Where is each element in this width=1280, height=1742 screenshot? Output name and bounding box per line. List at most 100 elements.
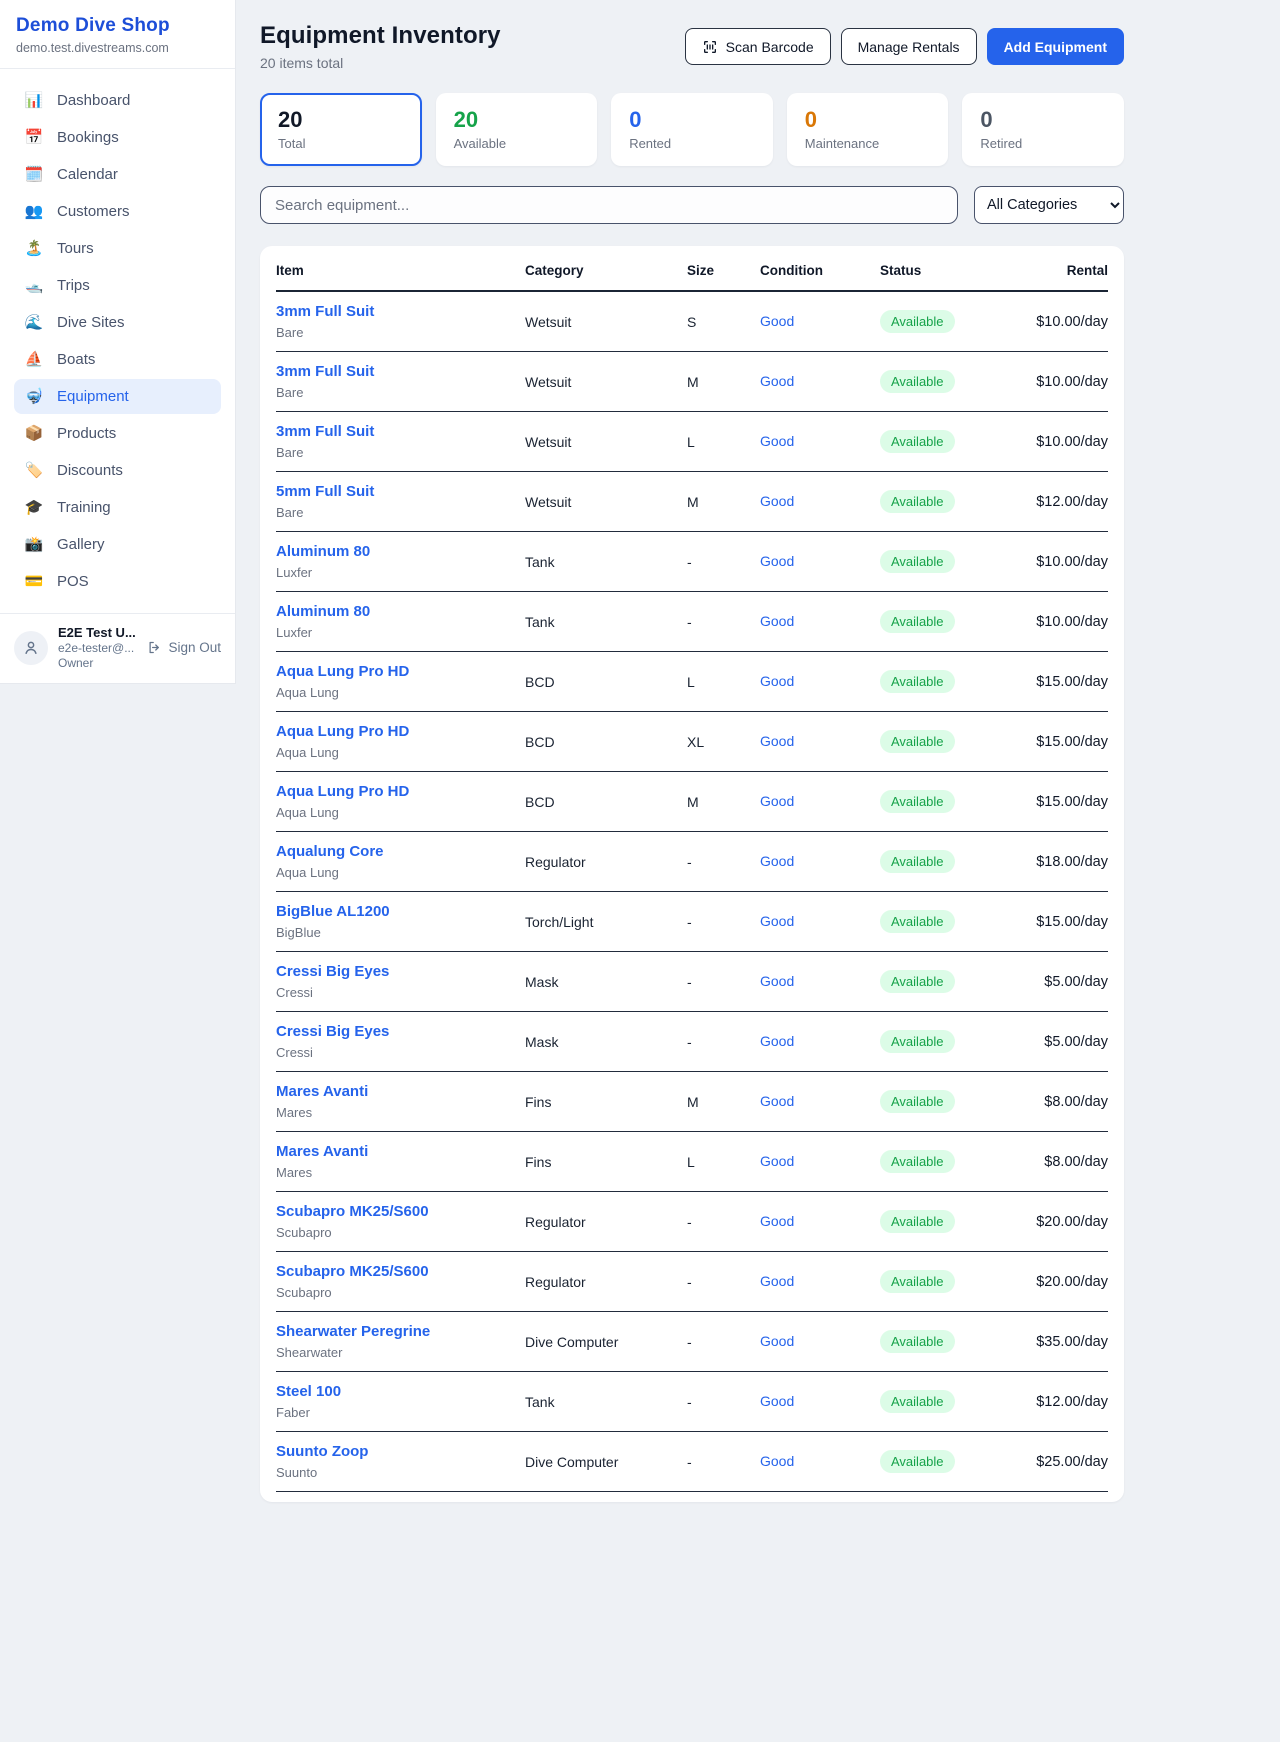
sign-out-label: Sign Out — [168, 640, 221, 655]
condition-link[interactable]: Good — [760, 1033, 794, 1049]
condition-link[interactable]: Good — [760, 853, 794, 869]
equipment-item-link[interactable]: Suunto Zoop — [276, 1443, 368, 1460]
equipment-size: L — [687, 1132, 760, 1192]
equipment-item-link[interactable]: Cressi Big Eyes — [276, 1023, 389, 1040]
status-badge: Available — [880, 1330, 955, 1353]
add-equipment-label: Add Equipment — [1004, 39, 1107, 55]
equipment-item-brand: Mares — [276, 1105, 525, 1120]
sidebar-item-dive-sites[interactable]: 🌊 Dive Sites — [14, 305, 221, 340]
sign-out-button[interactable]: Sign Out — [147, 640, 221, 655]
condition-link[interactable]: Good — [760, 733, 794, 749]
equipment-item-link[interactable]: Scubapro MK25/S600 — [276, 1203, 429, 1220]
manage-rentals-button[interactable]: Manage Rentals — [841, 28, 977, 65]
equipment-category: Dive Computer — [525, 1312, 687, 1372]
condition-link[interactable]: Good — [760, 1213, 794, 1229]
col-header-rental: Rental — [1021, 248, 1108, 291]
condition-link[interactable]: Good — [760, 1333, 794, 1349]
equipment-item-link[interactable]: Cressi Big Eyes — [276, 963, 389, 980]
condition-link[interactable]: Good — [760, 373, 794, 389]
condition-link[interactable]: Good — [760, 493, 794, 509]
equipment-item-link[interactable]: 5mm Full Suit — [276, 483, 374, 500]
equipment-rental-rate: $10.00/day — [1021, 532, 1108, 592]
search-input[interactable] — [260, 186, 958, 224]
condition-link[interactable]: Good — [760, 673, 794, 689]
equipment-item-link[interactable]: Aluminum 80 — [276, 603, 370, 620]
stat-label: Retired — [980, 136, 1106, 151]
condition-link[interactable]: Good — [760, 1093, 794, 1109]
condition-link[interactable]: Good — [760, 793, 794, 809]
stat-card-total[interactable]: 20 Total — [260, 93, 422, 166]
condition-link[interactable]: Good — [760, 1453, 794, 1469]
condition-link[interactable]: Good — [760, 613, 794, 629]
stat-card-available[interactable]: 20 Available — [436, 93, 598, 166]
equipment-item-link[interactable]: 3mm Full Suit — [276, 423, 374, 440]
table-row: Suunto Zoop Suunto Dive Computer - Good … — [276, 1432, 1108, 1492]
condition-link[interactable]: Good — [760, 1153, 794, 1169]
equipment-item-link[interactable]: Scubapro MK25/S600 — [276, 1263, 429, 1280]
condition-link[interactable]: Good — [760, 973, 794, 989]
condition-link[interactable]: Good — [760, 433, 794, 449]
sidebar-item-trips[interactable]: 🛥️ Trips — [14, 268, 221, 303]
table-row: Aqua Lung Pro HD Aqua Lung BCD M Good Av… — [276, 772, 1108, 832]
equipment-category: Wetsuit — [525, 412, 687, 472]
equipment-item-link[interactable]: Mares Avanti — [276, 1083, 368, 1100]
sidebar-item-equipment[interactable]: 🤿 Equipment — [14, 379, 221, 414]
sidebar-item-boats[interactable]: ⛵ Boats — [14, 342, 221, 377]
sidebar-item-products[interactable]: 📦 Products — [14, 416, 221, 451]
equipment-category: BCD — [525, 712, 687, 772]
add-equipment-button[interactable]: Add Equipment — [987, 28, 1124, 65]
equipment-category: Regulator — [525, 1192, 687, 1252]
equipment-item-link[interactable]: BigBlue AL1200 — [276, 903, 390, 920]
equipment-size: - — [687, 592, 760, 652]
equipment-size: - — [687, 532, 760, 592]
col-header-status: Status — [880, 248, 1021, 291]
stat-card-maintenance[interactable]: 0 Maintenance — [787, 93, 949, 166]
equipment-item-brand: Cressi — [276, 1045, 525, 1060]
stat-card-rented[interactable]: 0 Rented — [611, 93, 773, 166]
wave-icon: 🌊 — [24, 315, 44, 330]
sidebar-item-bookings[interactable]: 📅 Bookings — [14, 120, 221, 155]
sidebar-item-discounts[interactable]: 🏷️ Discounts — [14, 453, 221, 488]
status-badge: Available — [880, 490, 955, 513]
category-select[interactable]: All Categories — [974, 186, 1124, 224]
sidebar-item-training[interactable]: 🎓 Training — [14, 490, 221, 525]
equipment-category: Fins — [525, 1132, 687, 1192]
sidebar-item-gallery[interactable]: 📸 Gallery — [14, 527, 221, 562]
brand-name[interactable]: Demo Dive Shop — [16, 15, 219, 37]
equipment-item-link[interactable]: Steel 100 — [276, 1383, 341, 1400]
equipment-item-link[interactable]: Aqua Lung Pro HD — [276, 783, 409, 800]
nav-label: Equipment — [57, 388, 129, 405]
equipment-item-link[interactable]: Aqua Lung Pro HD — [276, 663, 409, 680]
equipment-category: Tank — [525, 1372, 687, 1432]
condition-link[interactable]: Good — [760, 313, 794, 329]
status-badge: Available — [880, 1270, 955, 1293]
sidebar-item-pos[interactable]: 💳 POS — [14, 564, 221, 599]
equipment-item-link[interactable]: Aqualung Core — [276, 843, 384, 860]
nav-label: Dashboard — [57, 92, 130, 109]
sidebar-item-customers[interactable]: 👥 Customers — [14, 194, 221, 229]
condition-link[interactable]: Good — [760, 1273, 794, 1289]
scan-barcode-button[interactable]: Scan Barcode — [685, 28, 831, 65]
sidebar-item-tours[interactable]: 🏝️ Tours — [14, 231, 221, 266]
status-badge: Available — [880, 1390, 955, 1413]
equipment-item-link[interactable]: Shearwater Peregrine — [276, 1323, 430, 1340]
condition-link[interactable]: Good — [760, 913, 794, 929]
equipment-item-link[interactable]: Aluminum 80 — [276, 543, 370, 560]
equipment-item-link[interactable]: 3mm Full Suit — [276, 363, 374, 380]
equipment-item-link[interactable]: Mares Avanti — [276, 1143, 368, 1160]
bar-chart-icon: 📊 — [24, 93, 44, 108]
stat-card-retired[interactable]: 0 Retired — [962, 93, 1124, 166]
motorboat-icon: 🛥️ — [24, 278, 44, 293]
condition-link[interactable]: Good — [760, 553, 794, 569]
equipment-category: Fins — [525, 1072, 687, 1132]
sidebar-item-calendar[interactable]: 🗓️ Calendar — [14, 157, 221, 192]
equipment-item-brand: Scubapro — [276, 1285, 525, 1300]
equipment-item-link[interactable]: Aqua Lung Pro HD — [276, 723, 409, 740]
table-row: Aqua Lung Pro HD Aqua Lung BCD XL Good A… — [276, 712, 1108, 772]
sidebar-item-dashboard[interactable]: 📊 Dashboard — [14, 83, 221, 118]
equipment-rental-rate: $10.00/day — [1021, 352, 1108, 412]
equipment-category: Wetsuit — [525, 291, 687, 352]
condition-link[interactable]: Good — [760, 1393, 794, 1409]
col-header-category: Category — [525, 248, 687, 291]
equipment-item-link[interactable]: 3mm Full Suit — [276, 303, 374, 320]
